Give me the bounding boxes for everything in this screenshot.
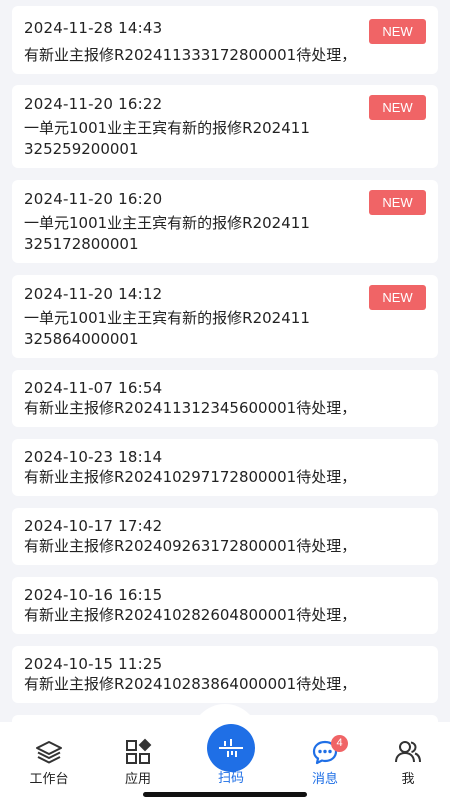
new-badge: NEW — [369, 95, 426, 120]
message-card[interactable]: 2024-11-07 16:54 有新业主报修R2024113123456000… — [12, 370, 438, 427]
tab-apps[interactable]: 应用 — [103, 736, 173, 788]
tab-label: 扫码 — [217, 771, 244, 786]
message-card[interactable]: 2024-11-20 16:22 一单元1001业主王宾有新的报修R202411… — [12, 85, 438, 168]
tab-label: 消息 — [311, 772, 338, 787]
tab-workbench[interactable]: 工作台 — [14, 736, 84, 788]
messages-count-badge: 4 — [331, 735, 348, 752]
message-text: 有新业主报修R202410282604800001待处理， — [24, 606, 357, 624]
message-time: 2024-11-28 14:43 — [24, 19, 163, 37]
apps-grid-icon — [126, 738, 152, 764]
message-time: 2024-10-15 11:25 — [24, 655, 163, 673]
message-time: 2024-10-16 16:15 — [24, 586, 163, 604]
message-card[interactable]: 2024-11-28 14:43 有新业主报修R2024113331728000… — [12, 6, 438, 74]
message-time: 2024-10-17 17:42 — [24, 517, 163, 535]
message-text: 有新业主报修R202411312345600001待处理， — [24, 399, 357, 417]
scan-button[interactable] — [207, 724, 255, 772]
message-time: 2024-11-20 16:20 — [24, 190, 163, 208]
users-icon — [395, 741, 421, 763]
message-time: 2024-11-20 14:12 — [24, 285, 163, 303]
home-indicator — [143, 792, 307, 797]
message-text: 一单元1001业主王宾有新的报修R202411325172800001 — [24, 214, 310, 253]
message-text: 有新业主报修R202410297172800001待处理， — [24, 468, 357, 486]
tab-messages[interactable]: 消息 — [290, 736, 360, 788]
message-card[interactable]: 2024-10-17 17:42 有新业主报修R2024092631728000… — [12, 508, 438, 565]
message-card[interactable]: 2024-10-16 16:15 有新业主报修R2024102826048000… — [12, 577, 438, 634]
message-text: 有新业主报修R202411333172800001待处理， — [24, 46, 357, 64]
new-badge: NEW — [369, 190, 426, 215]
message-list: 2024-11-28 14:43 有新业主报修R2024113331728000… — [0, 0, 450, 722]
message-time: 2024-11-07 16:54 — [24, 379, 163, 397]
message-text: 一单元1001业主王宾有新的报修R202411325259200001 — [24, 119, 310, 158]
tab-label: 应用 — [124, 772, 151, 787]
new-badge: NEW — [369, 19, 426, 44]
message-text: 有新业主报修R202409263172800001待处理， — [24, 537, 357, 555]
message-time: 2024-11-20 16:22 — [24, 95, 163, 113]
message-text: 有新业主报修R202410283864000001待处理， — [24, 675, 357, 693]
tab-label: 我 — [401, 772, 415, 787]
message-time: 2024-10-23 18:14 — [24, 448, 163, 466]
message-card[interactable]: 2024-10-23 18:14 有新业主报修R2024102971728000… — [12, 439, 438, 496]
message-card[interactable]: 2024-11-20 14:12 一单元1001业主王宾有新的报修R202411… — [12, 275, 438, 358]
tab-label: 工作台 — [29, 772, 69, 787]
tab-me[interactable]: 我 — [373, 736, 443, 788]
message-text: 一单元1001业主王宾有新的报修R202411325864000001 — [24, 309, 310, 348]
scan-icon — [219, 739, 243, 757]
new-badge: NEW — [369, 285, 426, 310]
layers-icon — [36, 741, 62, 764]
message-card[interactable]: 2024-11-20 16:20 一单元1001业主王宾有新的报修R202411… — [12, 180, 438, 263]
message-card[interactable]: 2024-10-15 11:25 有新业主报修R2024102838640000… — [12, 646, 438, 703]
